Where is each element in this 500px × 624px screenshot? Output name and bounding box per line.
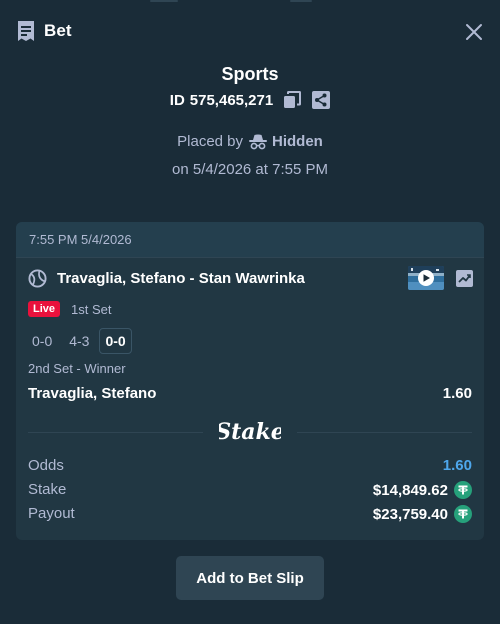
odds-label: Odds: [28, 457, 64, 474]
payout-row: Payout $23,759.40: [28, 503, 472, 527]
payout-value-group: $23,759.40: [373, 505, 472, 523]
card-header: 7:55 PM 5/4/2026: [16, 222, 484, 258]
stake-value-group: $14,849.62: [373, 481, 472, 499]
outcome-name: Travaglia, Stefano: [28, 385, 157, 402]
receipt-icon: [18, 21, 34, 41]
add-to-bet-slip-button[interactable]: Add to Bet Slip: [176, 556, 324, 600]
placed-by-row: Placed by Hidden: [0, 133, 500, 150]
stake-logo: Stake: [219, 419, 281, 445]
copy-icon[interactable]: [283, 91, 302, 109]
stats-chart-icon[interactable]: [456, 270, 473, 287]
tether-currency-icon: [454, 505, 472, 523]
live-badge: Live: [28, 301, 61, 317]
live-status-row: Live 1st Set: [28, 301, 111, 317]
close-icon[interactable]: [462, 20, 486, 44]
live-stream-thumbnail[interactable]: [408, 266, 444, 290]
bet-summary: Odds 1.60 Stake $14,849.62 Payout $23,75…: [28, 455, 472, 527]
brand-divider: Stake: [28, 418, 472, 446]
outcome-row: Travaglia, Stefano 1.60: [28, 385, 472, 402]
outcome-odds: 1.60: [442, 385, 472, 402]
match-row: Travaglia, Stefano - Stan Wawrinka: [28, 266, 474, 290]
score-points: 0-0: [99, 328, 132, 354]
payout-value: $23,759.40: [372, 505, 448, 523]
stake-label: Stake: [28, 481, 67, 498]
stake-value: $14,849.62: [372, 481, 448, 499]
modal-header: Bet: [0, 0, 500, 62]
placed-on: on 5/4/2026 at 7:55 PM: [172, 161, 328, 178]
match-name[interactable]: Travaglia, Stefano - Stan Wawrinka: [57, 270, 305, 287]
tether-currency-icon: [454, 481, 472, 499]
score-games: 4-3: [69, 333, 90, 349]
incognito-icon: [249, 134, 268, 149]
score-row: 0-0 4-3 0-0: [28, 328, 132, 354]
odds-value: 1.60: [442, 457, 472, 474]
share-icon[interactable]: [312, 91, 331, 109]
bet-id-prefix: ID: [169, 91, 185, 109]
set-label: 1st Set: [71, 301, 112, 317]
bet-slip-card: 7:55 PM 5/4/2026 Travaglia, Stefano - St…: [16, 222, 484, 540]
score-sets: 0-0: [32, 333, 53, 349]
stake-row: Stake $14,849.62: [28, 479, 472, 503]
svg-text:Stake: Stake: [219, 419, 281, 445]
divider-line-left: [28, 432, 203, 433]
modal-title: Bet: [44, 21, 72, 40]
bet-id-value: 575,465,271: [189, 91, 274, 109]
play-icon: [408, 266, 444, 290]
placed-by-user: Hidden: [272, 133, 323, 150]
divider-line-right: [297, 432, 472, 433]
bet-id-row: ID 575,465,271: [0, 91, 500, 109]
bet-category: Sports: [221, 64, 279, 84]
market-name: 2nd Set - Winner: [28, 361, 126, 376]
bet-time: 7:55 PM 5/4/2026: [29, 232, 132, 247]
odds-row: Odds 1.60: [28, 455, 472, 479]
placed-by-label: Placed by: [177, 133, 244, 150]
payout-label: Payout: [28, 505, 75, 522]
tennis-ball-icon: [28, 269, 47, 288]
